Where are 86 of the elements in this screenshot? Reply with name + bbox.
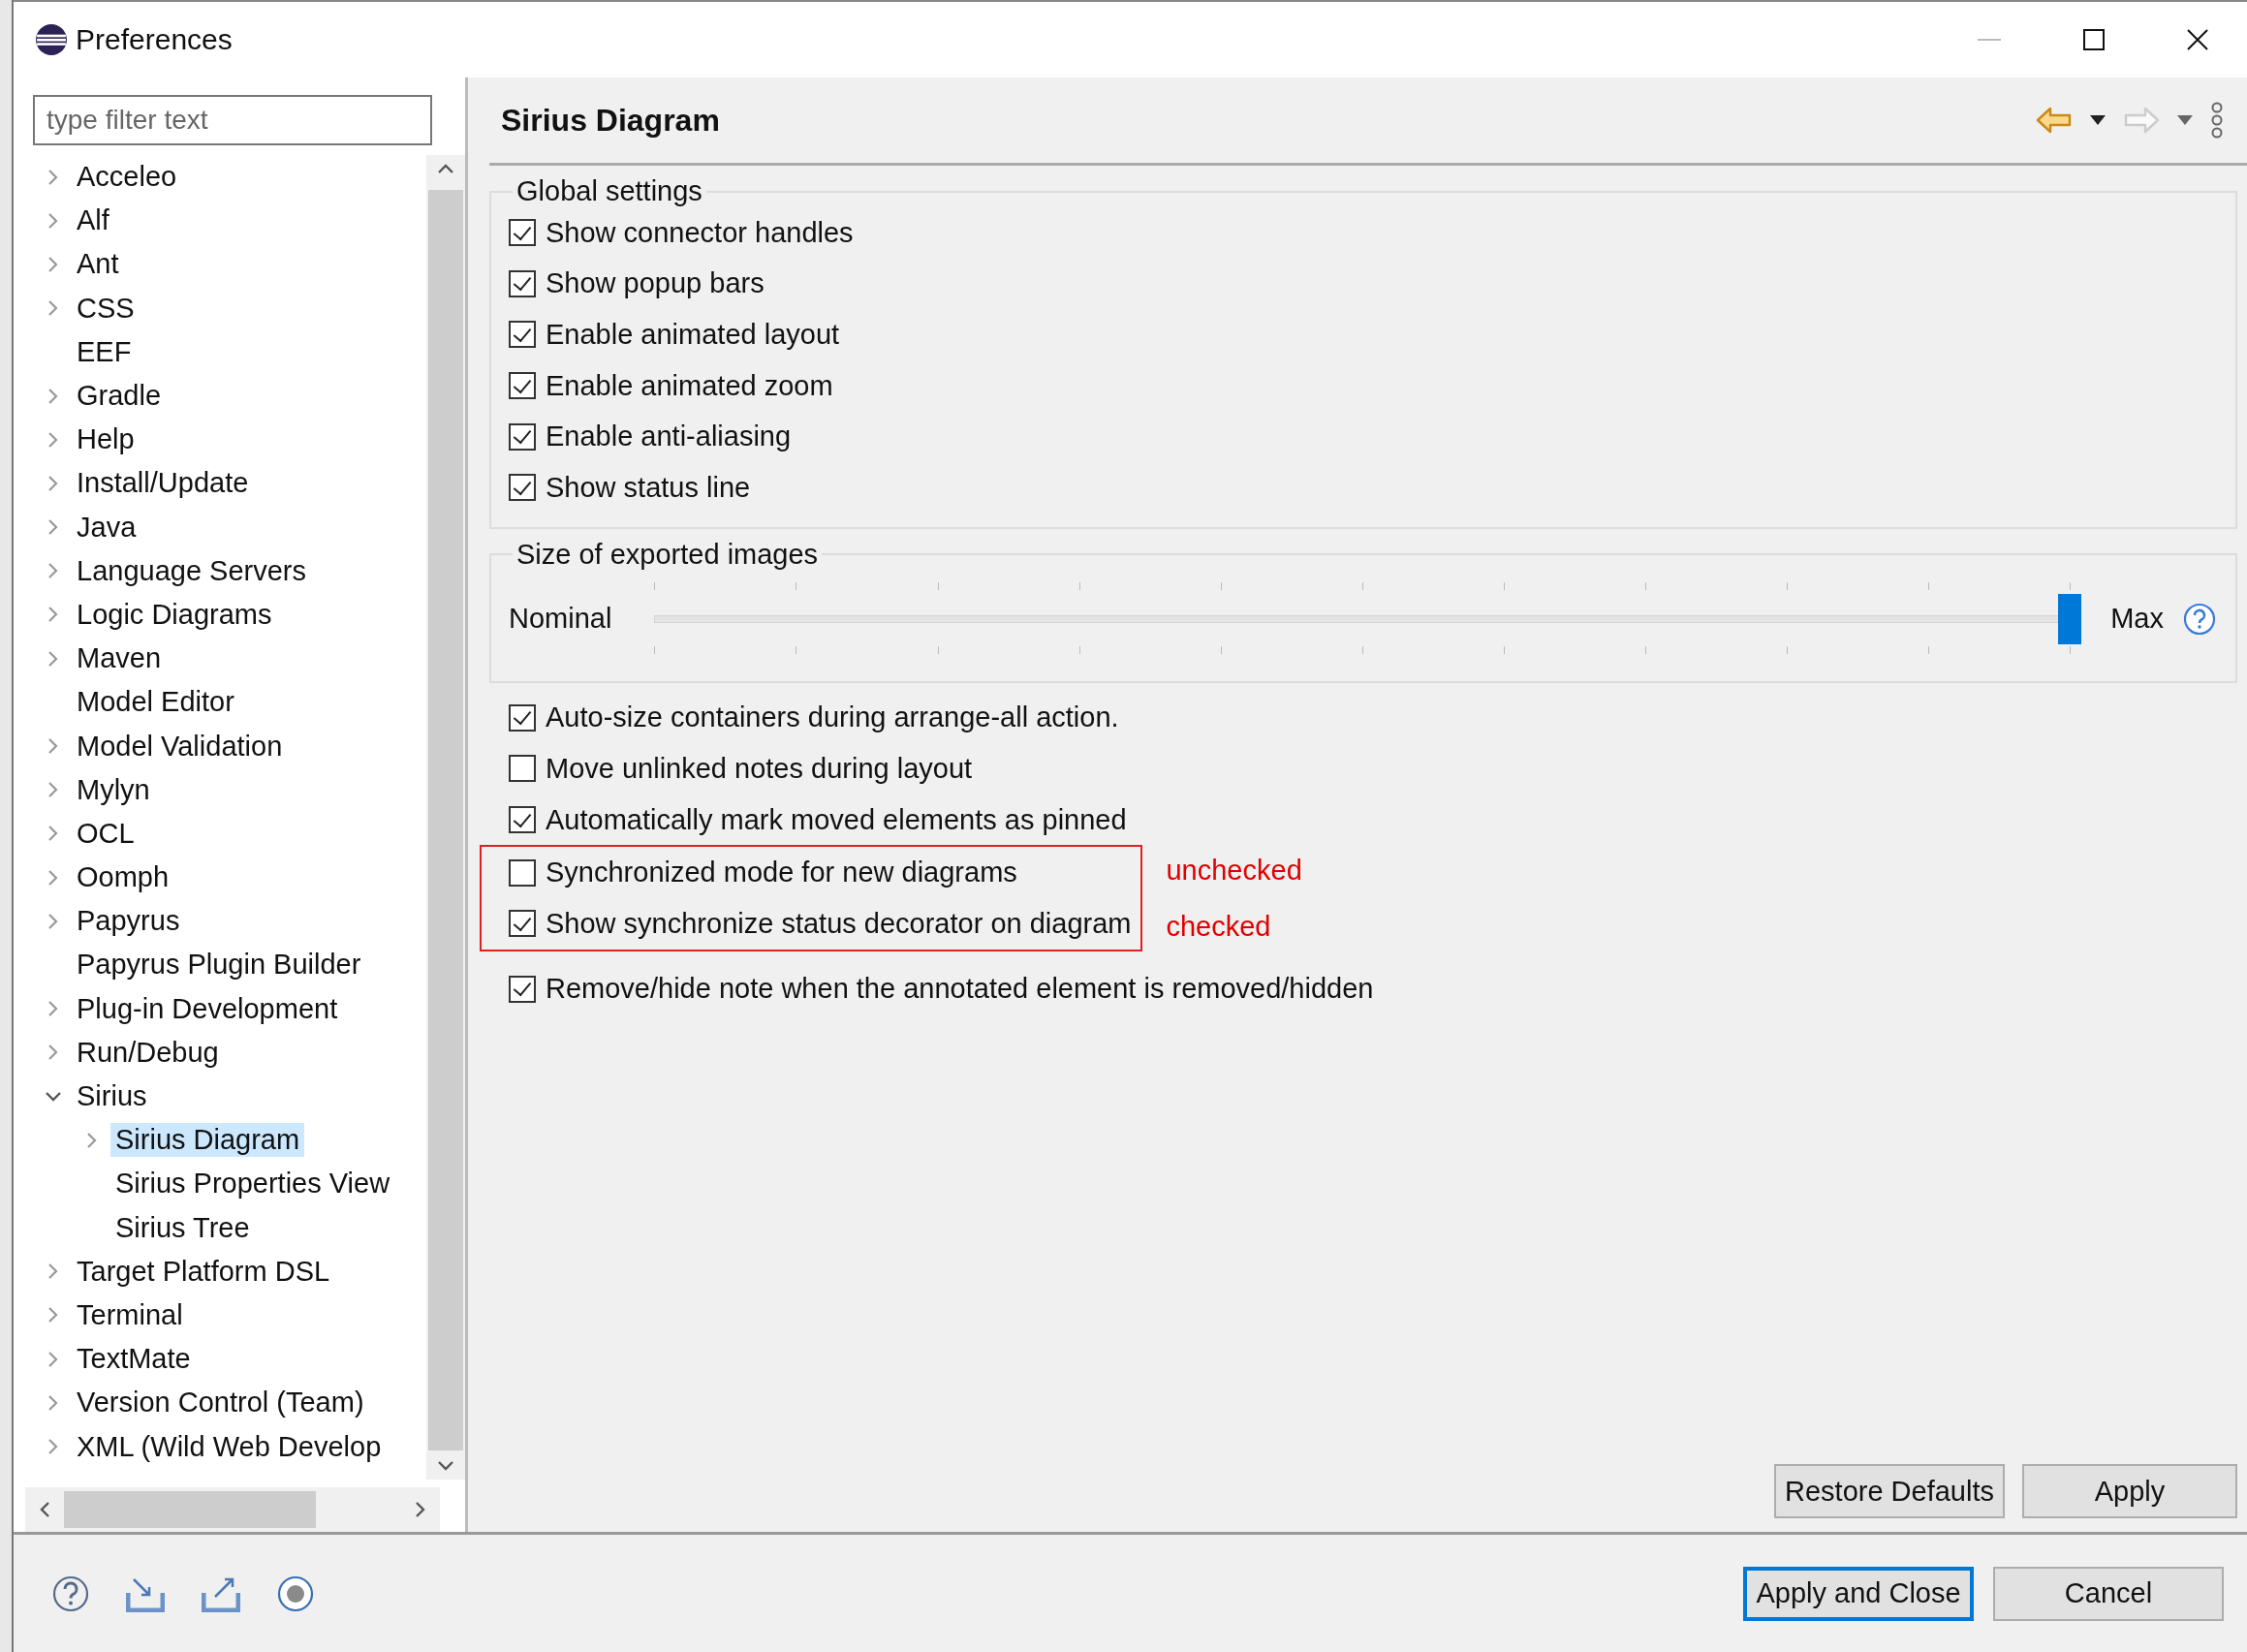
chevron-down-icon[interactable]	[45, 1090, 62, 1103]
tree-item[interactable]: Mylyn	[72, 772, 155, 807]
checkbox-label: Enable anti-aliasing	[546, 421, 792, 453]
dialog-button[interactable]: Cancel	[1993, 1566, 2224, 1621]
checkbox[interactable]	[509, 269, 536, 297]
checkbox[interactable]	[509, 219, 536, 247]
tree-item[interactable]: Model Validation	[72, 729, 288, 764]
window-title: Preferences	[76, 23, 233, 56]
checkbox-label: Remove/hide note when the annotated element is removed/hidden	[546, 973, 1374, 1006]
checkbox[interactable]	[509, 858, 536, 887]
eclipse-logo-icon	[35, 23, 68, 56]
slider-min-label: Nominal	[509, 603, 612, 636]
tree-item[interactable]: Plug-in Development	[72, 991, 343, 1026]
checkbox[interactable]	[509, 755, 536, 783]
scroll-left-icon[interactable]	[39, 1501, 50, 1518]
checkbox[interactable]	[509, 975, 536, 1003]
checkbox[interactable]	[509, 372, 536, 400]
checkbox-label: Enable animated zoom	[546, 369, 833, 402]
scroll-down-icon[interactable]	[437, 1460, 454, 1472]
checkbox[interactable]	[509, 806, 536, 834]
tree-item[interactable]: TextMate	[72, 1342, 196, 1377]
checkbox-label: Automatically mark moved elements as pinned	[546, 803, 1127, 836]
group-title: Size of exported images	[515, 538, 820, 571]
page-button[interactable]: Restore Defaults	[1774, 1464, 2005, 1518]
help-icon[interactable]	[52, 1574, 89, 1612]
back-arrow-icon[interactable]	[2036, 107, 2073, 134]
tree-item[interactable]: EEF	[72, 334, 137, 369]
tree-item[interactable]: Sirius Tree	[110, 1210, 255, 1245]
tree-item[interactable]: Acceleo	[72, 160, 182, 195]
help-icon[interactable]	[2183, 602, 2216, 636]
more-options-icon[interactable]	[2210, 101, 2224, 140]
maximize-icon[interactable]	[2083, 29, 2105, 50]
page-title: Sirius Diagram	[501, 102, 720, 139]
tree-item[interactable]: Java	[72, 510, 141, 545]
scroll-right-icon[interactable]	[415, 1501, 426, 1518]
checkbox-label: Synchronized mode for new diagrams	[546, 857, 1017, 889]
dropdown-caret-icon[interactable]	[2090, 115, 2106, 125]
horizontal-scrollbar[interactable]	[25, 1487, 440, 1532]
record-icon[interactable]	[277, 1574, 314, 1612]
tree-item[interactable]: Logic Diagrams	[72, 597, 277, 632]
tree-item[interactable]: Oomph	[72, 860, 174, 895]
tree-item[interactable]: Sirius Diagram	[110, 1123, 305, 1158]
checkbox[interactable]	[509, 474, 536, 502]
tree-item[interactable]: XML (Wild Web Develop	[72, 1429, 387, 1464]
checkbox-label: Move unlinked notes during layout	[546, 752, 973, 785]
page-button[interactable]: Apply	[2022, 1464, 2237, 1518]
minimize-icon[interactable]	[1978, 38, 2001, 42]
checkbox-label: Show status line	[546, 471, 751, 504]
annotation-note: unchecked	[1166, 854, 1302, 888]
checkbox-label: Auto-size containers during arrange-all action.	[546, 701, 1119, 734]
tree-item[interactable]: Gradle	[72, 379, 167, 414]
slider-thumb[interactable]	[2058, 593, 2082, 644]
slider-max-label: Max	[2110, 603, 2164, 636]
checkbox-label: Show synchronize status decorator on diagram	[546, 907, 1132, 940]
group-title: Global settings	[515, 175, 703, 207]
checkbox[interactable]	[509, 321, 536, 349]
checkbox[interactable]	[509, 422, 536, 451]
tree-item[interactable]: Sirius Properties View	[110, 1167, 395, 1201]
checkbox[interactable]	[509, 910, 536, 938]
tree-item[interactable]: Terminal	[72, 1297, 188, 1332]
close-icon[interactable]	[2187, 29, 2208, 50]
tree-item[interactable]: OCL	[72, 816, 140, 851]
tree-item[interactable]: Target Platform DSL	[72, 1254, 335, 1289]
dialog-button[interactable]: Apply and Close	[1743, 1566, 1974, 1621]
forward-arrow-icon[interactable]	[2123, 107, 2160, 134]
filter-field[interactable]: type filter text	[33, 95, 432, 145]
tree-item[interactable]: Run/Debug	[72, 1035, 224, 1070]
tree-item[interactable]: Maven	[72, 641, 167, 676]
tree-item[interactable]: Version Control (Team)	[72, 1386, 369, 1420]
tree-item[interactable]: Papyrus Plugin Builder	[72, 948, 366, 982]
tree-item[interactable]: Papyrus	[72, 904, 185, 939]
tree-item[interactable]: Model Editor	[72, 685, 239, 720]
checkbox-label: Show connector handles	[546, 216, 854, 249]
tree-item[interactable]: CSS	[72, 291, 140, 326]
checkbox-label: Enable animated layout	[546, 319, 840, 351]
checkbox-label: Show popup bars	[546, 267, 765, 300]
tree-item[interactable]: Alf	[72, 203, 114, 238]
scroll-up-icon[interactable]	[437, 163, 454, 174]
tree-item[interactable]: Help	[72, 422, 140, 457]
tree-item[interactable]: Install/Update	[72, 466, 254, 501]
tree-item[interactable]: Sirius	[72, 1079, 152, 1114]
tree-item[interactable]: Ant	[72, 247, 124, 282]
checkbox[interactable]	[509, 703, 536, 732]
vertical-scrollbar[interactable]	[426, 155, 465, 1480]
tree-item[interactable]: Language Servers	[72, 553, 311, 588]
annotation-note: checked	[1166, 910, 1272, 945]
